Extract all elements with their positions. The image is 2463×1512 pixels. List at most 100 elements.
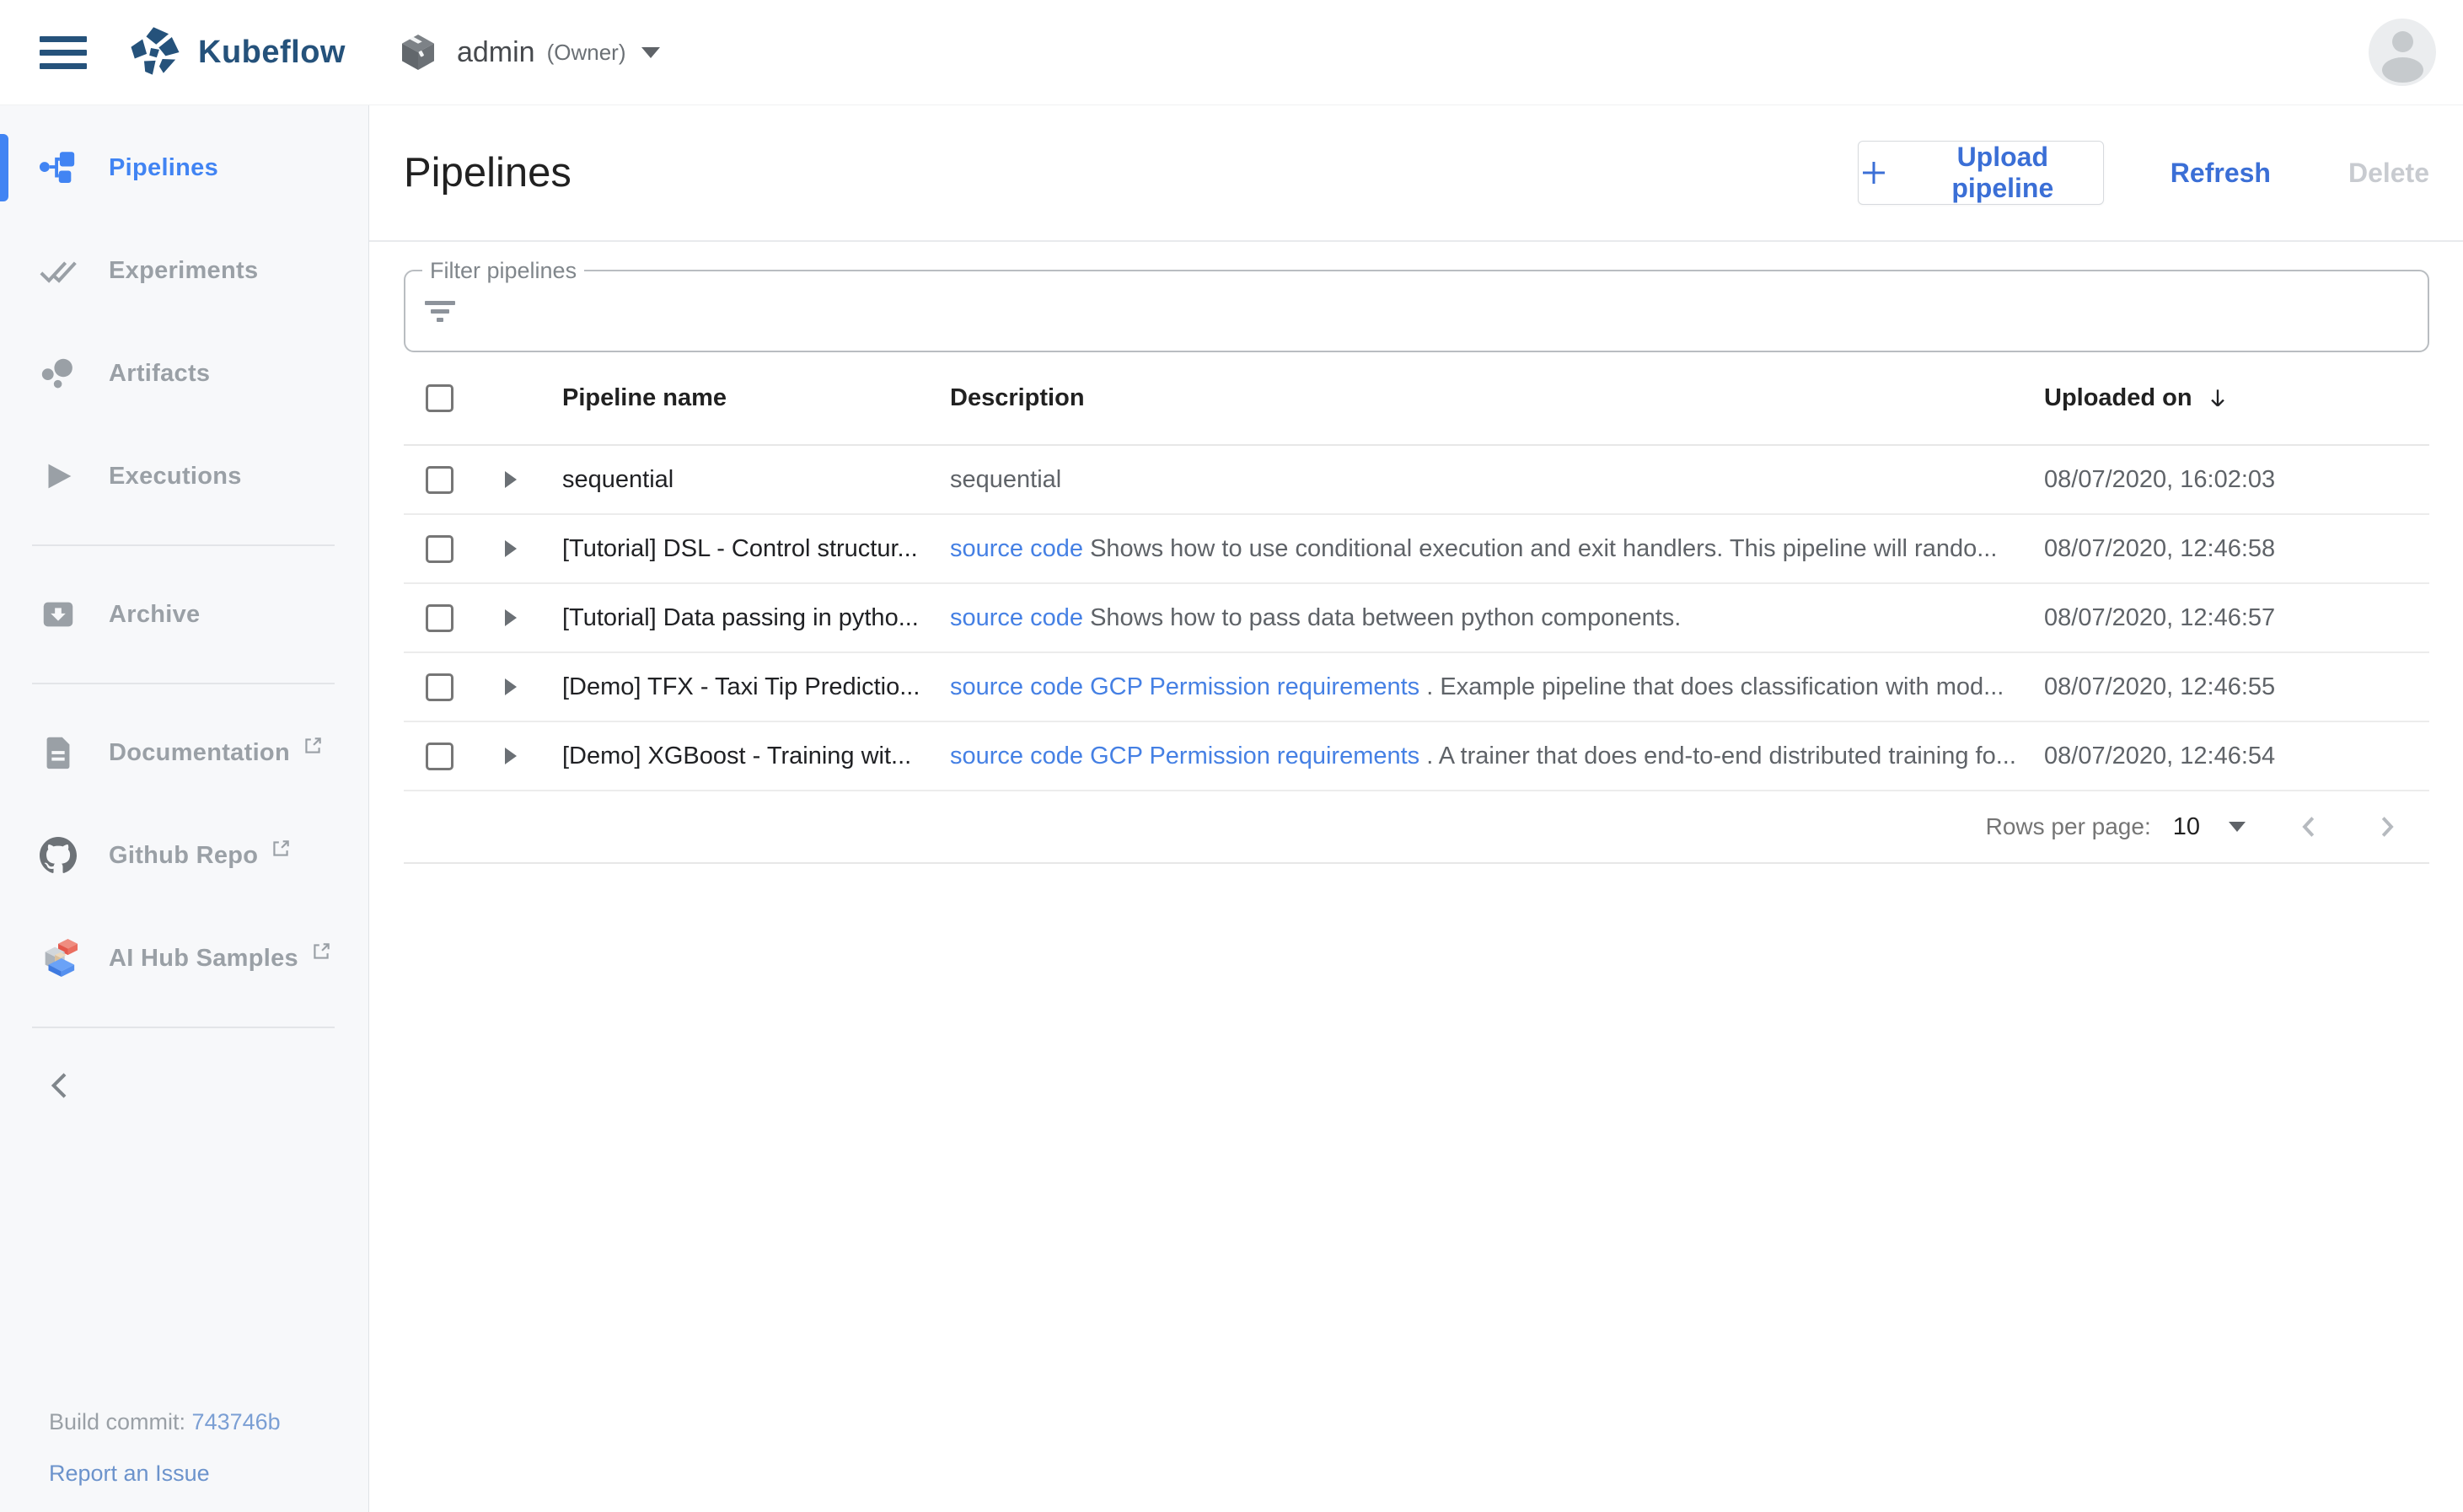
description-link[interactable]: GCP Permission requirements	[1090, 673, 1419, 700]
upload-pipeline-button[interactable]: Upload pipeline	[1858, 141, 2104, 205]
pipeline-name-cell[interactable]: sequential	[562, 466, 950, 494]
description-text: Shows how to pass data between python co…	[1090, 604, 1681, 631]
artifacts-icon	[39, 354, 78, 393]
executions-icon	[39, 457, 78, 496]
sidebar-item-label: Github Repo	[109, 842, 258, 870]
row-checkbox[interactable]	[426, 535, 453, 563]
refresh-button[interactable]: Refresh	[2171, 158, 2271, 189]
column-header-pipeline-name[interactable]: Pipeline name	[562, 384, 950, 412]
filter-input[interactable]	[477, 286, 2407, 336]
description-cell: source code Shows how to use conditional…	[950, 535, 2044, 563]
expand-row-arrow-icon[interactable]	[505, 678, 517, 695]
description-text: . A trainer that does end-to-end distrib…	[1426, 743, 2016, 769]
namespace-selector[interactable]: admin (Owner)	[398, 32, 660, 72]
sidebar-item-ai-hub-samples[interactable]: AI Hub Samples	[0, 907, 368, 1010]
description-link[interactable]: GCP Permission requirements	[1090, 743, 1419, 769]
kubeflow-pipelines-app: Kubeflow admin (Owner)	[0, 0, 2463, 1512]
uploaded-on-cell: 08/07/2020, 12:46:54	[2044, 743, 2429, 770]
expand-row-arrow-icon[interactable]	[505, 540, 517, 557]
pipeline-name-cell[interactable]: [Tutorial] DSL - Control structur...	[562, 535, 950, 563]
sidebar-divider	[32, 1027, 335, 1028]
github-icon	[39, 836, 78, 875]
ai-hub-icon	[39, 939, 78, 978]
previous-page-chevron-icon[interactable]	[2294, 812, 2325, 842]
toolbar-actions: Upload pipeline Refresh Delete	[1858, 141, 2429, 205]
user-avatar[interactable]	[2369, 19, 2436, 86]
sidebar-item-pipelines[interactable]: Pipelines	[0, 116, 368, 219]
sidebar-item-label: Experiments	[109, 257, 258, 285]
sidebar-divider	[32, 544, 335, 546]
pipeline-name-cell[interactable]: [Tutorial] Data passing in pytho...	[562, 604, 950, 632]
sidebar-item-artifacts[interactable]: Artifacts	[0, 322, 368, 425]
delete-button: Delete	[2348, 158, 2429, 189]
sidebar-item-documentation[interactable]: Documentation	[0, 701, 368, 804]
external-link-icon	[310, 941, 332, 962]
archive-icon	[39, 595, 78, 634]
expand-row-arrow-icon[interactable]	[505, 748, 517, 764]
description-link[interactable]: source code	[950, 604, 1083, 631]
pipeline-name-cell[interactable]: [Demo] TFX - Taxi Tip Predictio...	[562, 673, 950, 701]
column-header-uploaded-on[interactable]: Uploaded on	[2044, 384, 2429, 412]
description-cell: source code GCP Permission requirements …	[950, 743, 2044, 770]
namespace-name: admin	[457, 36, 535, 69]
sidebar-item-archive[interactable]: Archive	[0, 563, 368, 666]
sidebar-footer: Build commit: 743746b Report an Issue	[49, 1409, 281, 1487]
row-checkbox[interactable]	[426, 673, 453, 701]
build-commit-line: Build commit: 743746b	[49, 1409, 281, 1435]
build-commit-link[interactable]: 743746b	[192, 1409, 281, 1434]
rows-per-page-dropdown-icon[interactable]	[2229, 822, 2246, 832]
uploaded-on-cell: 08/07/2020, 12:46:57	[2044, 604, 2429, 632]
next-page-chevron-icon[interactable]	[2371, 812, 2401, 842]
column-header-description[interactable]: Description	[950, 384, 2044, 412]
external-link-icon	[270, 838, 292, 860]
table-row[interactable]: [Demo] TFX - Taxi Tip Predictio... sourc…	[404, 653, 2429, 722]
namespace-role: (Owner)	[547, 40, 626, 66]
filter-icon	[423, 298, 457, 324]
row-checkbox[interactable]	[426, 604, 453, 632]
report-issue-link[interactable]: Report an Issue	[49, 1461, 210, 1487]
sidebar-item-github-repo[interactable]: Github Repo	[0, 804, 368, 907]
chevron-down-icon	[641, 47, 660, 58]
rows-per-page-value[interactable]: 10	[2173, 813, 2200, 841]
description-cell: source code Shows how to pass data betwe…	[950, 604, 2044, 632]
sidebar-item-label: AI Hub Samples	[109, 945, 298, 973]
description-text: Shows how to use conditional execution a…	[1090, 535, 1997, 562]
sidebar-item-label: Documentation	[109, 739, 290, 767]
namespace-cube-icon	[398, 32, 438, 72]
sidebar-nav: Pipelines Experiments Artifacts	[0, 105, 369, 1512]
sidebar-item-label: Executions	[109, 463, 242, 491]
uploaded-on-cell: 08/07/2020, 12:46:55	[2044, 673, 2429, 701]
build-commit-label: Build commit:	[49, 1409, 192, 1434]
uploaded-on-cell: 08/07/2020, 16:02:03	[2044, 466, 2429, 494]
description-link[interactable]: source code	[950, 673, 1083, 700]
pipelines-table: Pipeline name Description Uploaded on se…	[404, 352, 2429, 864]
sidebar-divider	[32, 683, 335, 684]
sidebar-item-label: Archive	[109, 601, 201, 629]
table-row[interactable]: sequential sequential 08/07/2020, 16:02:…	[404, 446, 2429, 515]
page-title: Pipelines	[404, 149, 571, 196]
row-checkbox[interactable]	[426, 466, 453, 494]
expand-row-arrow-icon[interactable]	[505, 609, 517, 626]
table-body: sequential sequential 08/07/2020, 16:02:…	[404, 446, 2429, 791]
description-cell: sequential	[950, 466, 2044, 494]
table-row[interactable]: [Demo] XGBoost - Training wit... source …	[404, 722, 2429, 791]
description-text: sequential	[950, 466, 1061, 493]
pipeline-name-cell[interactable]: [Demo] XGBoost - Training wit...	[562, 743, 950, 770]
documentation-icon	[39, 733, 78, 772]
expand-row-arrow-icon[interactable]	[505, 471, 517, 488]
description-link[interactable]: source code	[950, 743, 1083, 769]
description-cell: source code GCP Permission requirements …	[950, 673, 2044, 701]
select-all-checkbox[interactable]	[426, 384, 453, 412]
filter-field-label: Filter pipelines	[422, 258, 584, 284]
sidebar-item-executions[interactable]: Executions	[0, 425, 368, 528]
filter-field[interactable]: Filter pipelines	[404, 270, 2429, 352]
table-row[interactable]: [Tutorial] Data passing in pytho... sour…	[404, 584, 2429, 653]
table-row[interactable]: [Tutorial] DSL - Control structur... sou…	[404, 515, 2429, 584]
description-link[interactable]: source code	[950, 535, 1083, 562]
sidebar-item-experiments[interactable]: Experiments	[0, 219, 368, 322]
hamburger-menu-icon[interactable]	[40, 33, 87, 72]
row-checkbox[interactable]	[426, 743, 453, 770]
pagination-bar: Rows per page: 10	[404, 791, 2429, 864]
pipelines-icon	[39, 148, 78, 187]
collapse-sidebar-chevron-left-icon[interactable]	[44, 1069, 78, 1102]
